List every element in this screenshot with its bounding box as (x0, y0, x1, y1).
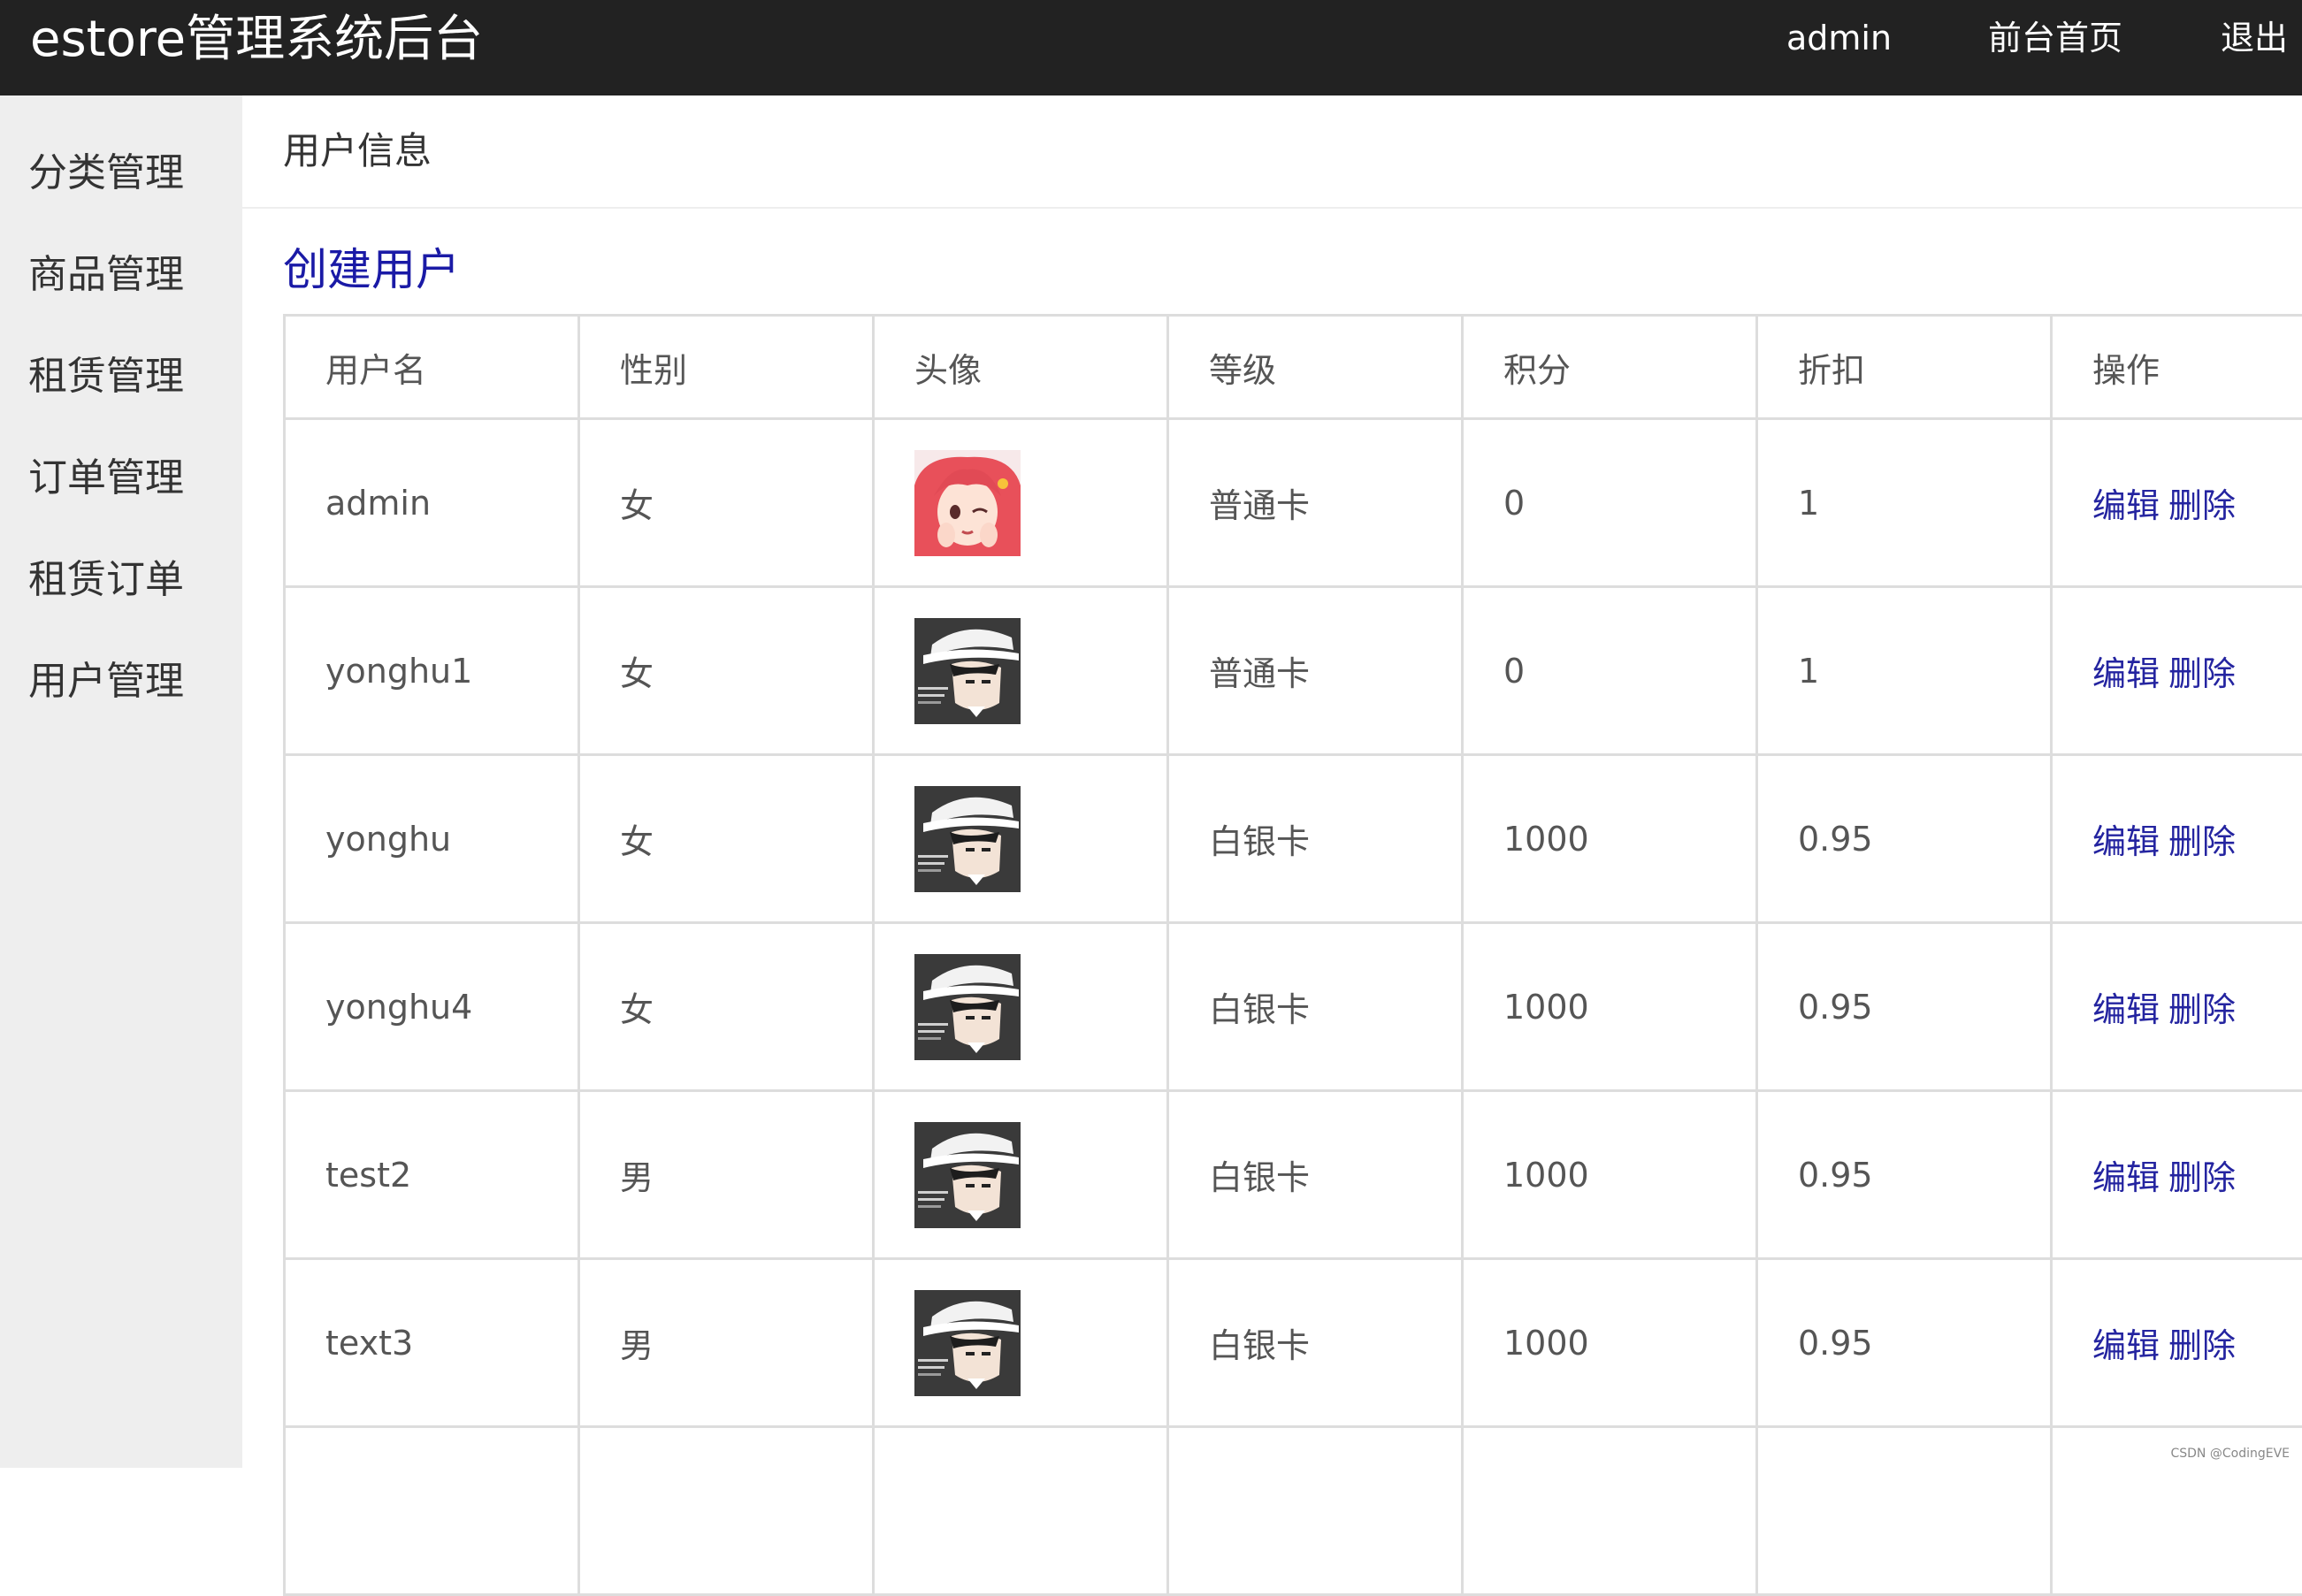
page-header: 用户信息 (242, 95, 2302, 209)
cell-actions: 编辑删除 (2052, 419, 2302, 587)
delete-link[interactable]: 删除 (2168, 654, 2236, 693)
edit-link[interactable]: 编辑 (2092, 990, 2160, 1029)
cell-username: text3 (285, 1259, 579, 1427)
cell-discount: 1 (1757, 587, 2052, 755)
sidebar-item-products[interactable]: 商品管理 (28, 250, 184, 300)
cell-points: 0 (1463, 587, 1757, 755)
nav-frontend-home[interactable]: 前台首页 (1988, 18, 2122, 58)
delete-link[interactable]: 删除 (2168, 990, 2236, 1029)
cell-username: test2 (285, 1091, 579, 1259)
table-row: yonghu4 女 白银卡 1000 0.95 编辑删除 (285, 923, 2302, 1091)
column-header-username: 用户名 (285, 316, 579, 419)
cell-actions: 编辑删除 (2052, 1259, 2302, 1427)
top-navbar: estore管理系统后台 admin 前台首页 退出 (0, 0, 2302, 95)
delete-link[interactable]: 删除 (2168, 486, 2236, 525)
watermark: CSDN @CodingEVE (2170, 1447, 2290, 1461)
cell-level: 普通卡 (1168, 587, 1463, 755)
brand-title[interactable]: estore管理系统后台 (30, 9, 483, 71)
cell-gender: 女 (579, 419, 874, 587)
sidebar-item-users[interactable]: 用户管理 (28, 657, 184, 706)
cell-points: 1000 (1463, 1259, 1757, 1427)
table-row: yonghu 女 白银卡 1000 0.95 编辑删除 (285, 755, 2302, 923)
users-table: 用户名 性别 头像 等级 积分 折扣 操作 admin 女 普通卡 0 1 编辑… (283, 314, 2302, 1596)
delete-link[interactable]: 删除 (2168, 822, 2236, 861)
table-row: yonghu1 女 普通卡 0 1 编辑删除 (285, 587, 2302, 755)
table-row: test2 男 白银卡 1000 0.95 编辑删除 (285, 1091, 2302, 1259)
nav-logout[interactable]: 退出 (2221, 18, 2288, 58)
avatar-image (914, 450, 1021, 556)
nav-admin-user[interactable]: admin (1786, 18, 1892, 58)
cell-level: 白银卡 (1168, 1259, 1463, 1427)
column-header-level: 等级 (1168, 316, 1463, 419)
avatar-image (914, 1122, 1021, 1228)
sidebar-item-category[interactable]: 分类管理 (28, 149, 184, 198)
cell-points: 1000 (1463, 923, 1757, 1091)
cell-username: yonghu1 (285, 587, 579, 755)
avatar-image (914, 786, 1021, 892)
cell-discount: 0.95 (1757, 1259, 2052, 1427)
cell-gender: 女 (579, 755, 874, 923)
cell-username: yonghu4 (285, 923, 579, 1091)
cell-discount: 0.95 (1757, 1091, 2052, 1259)
cell-actions: 编辑删除 (2052, 587, 2302, 755)
table-header-row: 用户名 性别 头像 等级 积分 折扣 操作 (285, 316, 2302, 419)
sidebar: 分类管理 商品管理 租赁管理 订单管理 租赁订单 用户管理 (0, 95, 242, 1468)
edit-link[interactable]: 编辑 (2092, 822, 2160, 861)
sidebar-item-rental[interactable]: 租赁管理 (28, 352, 184, 401)
edit-link[interactable]: 编辑 (2092, 486, 2160, 525)
table-row-partial (285, 1427, 2302, 1595)
cell-discount: 0.95 (1757, 755, 2052, 923)
sidebar-item-orders[interactable]: 订单管理 (28, 454, 184, 503)
column-header-avatar: 头像 (874, 316, 1168, 419)
cell-discount: 0.95 (1757, 923, 2052, 1091)
cell-points: 1000 (1463, 755, 1757, 923)
cell-username: admin (285, 419, 579, 587)
cell-gender: 女 (579, 923, 874, 1091)
column-header-gender: 性别 (579, 316, 874, 419)
edit-link[interactable]: 编辑 (2092, 654, 2160, 693)
cell-points: 1000 (1463, 1091, 1757, 1259)
column-header-discount: 折扣 (1757, 316, 2052, 419)
create-user-link[interactable]: 创建用户 (283, 241, 460, 298)
delete-link[interactable]: 删除 (2168, 1158, 2236, 1197)
cell-actions: 编辑删除 (2052, 1091, 2302, 1259)
avatar-image (914, 954, 1021, 1060)
cell-level: 白银卡 (1168, 755, 1463, 923)
delete-link[interactable]: 删除 (2168, 1326, 2236, 1365)
cell-actions: 编辑删除 (2052, 755, 2302, 923)
cell-gender: 女 (579, 587, 874, 755)
avatar-image (914, 1290, 1021, 1396)
column-header-actions: 操作 (2052, 316, 2302, 419)
cell-level: 白银卡 (1168, 1091, 1463, 1259)
cell-discount: 1 (1757, 419, 2052, 587)
cell-gender: 男 (579, 1091, 874, 1259)
edit-link[interactable]: 编辑 (2092, 1326, 2160, 1365)
cell-points: 0 (1463, 419, 1757, 587)
column-header-points: 积分 (1463, 316, 1757, 419)
avatar-image (914, 618, 1021, 724)
edit-link[interactable]: 编辑 (2092, 1158, 2160, 1197)
cell-gender: 男 (579, 1259, 874, 1427)
table-row: admin 女 普通卡 0 1 编辑删除 (285, 419, 2302, 587)
cell-level: 普通卡 (1168, 419, 1463, 587)
cell-level: 白银卡 (1168, 923, 1463, 1091)
sidebar-item-rental-orders[interactable]: 租赁订单 (28, 555, 184, 605)
cell-actions: 编辑删除 (2052, 923, 2302, 1091)
page-title: 用户信息 (283, 127, 432, 175)
cell-username: yonghu (285, 755, 579, 923)
table-row: text3 男 白银卡 1000 0.95 编辑删除 (285, 1259, 2302, 1427)
